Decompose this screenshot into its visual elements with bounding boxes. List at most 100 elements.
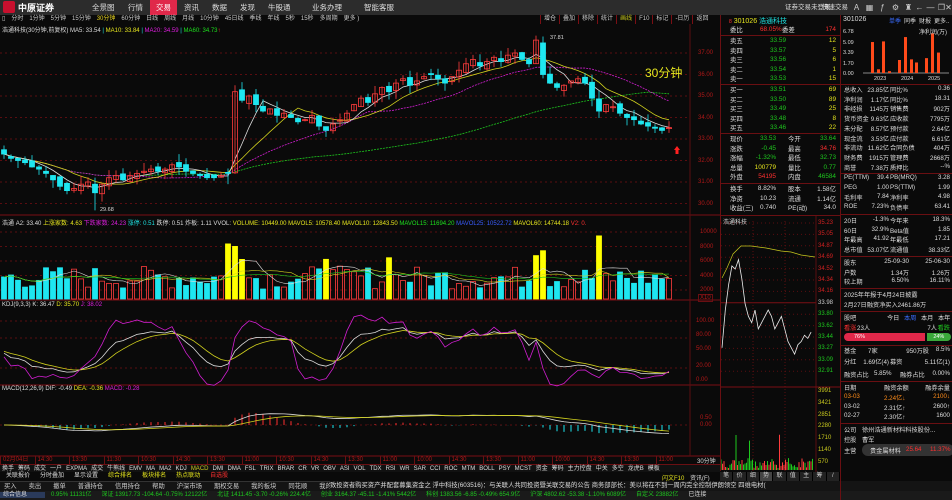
font-size-icon[interactable]: A [851, 2, 862, 13]
period-tab[interactable]: ▯ [2, 15, 5, 24]
period-tab[interactable]: 5秒 [286, 15, 295, 24]
guba-tab[interactable]: 本周 [904, 313, 920, 323]
indicator-tab[interactable]: KDJ [175, 465, 186, 472]
minimize-icon[interactable]: — [925, 2, 936, 13]
indicator-tab[interactable]: 牛熊线 [107, 465, 125, 472]
indicator-tab[interactable]: 多空 [612, 465, 624, 472]
indicator-tab[interactable]: 主力控盘 [568, 465, 592, 472]
fin-tab[interactable]: 财报 [919, 16, 931, 25]
action-button[interactable]: 买入 [4, 482, 17, 491]
action-button[interactable]: 普通持仓 [78, 482, 103, 491]
bottom-link[interactable]: 分时叠加 [40, 472, 64, 481]
guba-tab[interactable]: 今日 [887, 313, 903, 323]
back-icon[interactable]: ← [914, 2, 925, 13]
nav-item[interactable]: 行情 [122, 0, 149, 15]
indicator-tab[interactable]: 龙虎B [628, 465, 644, 472]
bottom-link[interactable]: 综合排名 [108, 472, 132, 481]
indicator-tab[interactable]: 筹码 [552, 465, 564, 472]
indicator-tab[interactable]: RSI [386, 465, 396, 472]
market-index[interactable]: 科创 1383.56 -6.85 -0.49% 654.9亿 [426, 492, 520, 498]
indicator-tab[interactable]: EMV [129, 465, 142, 472]
indicator-tab[interactable]: EXPMA [66, 465, 87, 472]
market-index[interactable]: 自定义 23882亿 [636, 492, 678, 498]
indicator-tab[interactable]: MTM [462, 465, 476, 472]
indicator-tab[interactable]: OBV [323, 465, 336, 472]
indicator-tab[interactable]: WR [400, 465, 410, 472]
nav-item[interactable]: 发现 [234, 0, 261, 15]
indicator-tab[interactable]: CR [298, 465, 307, 472]
indicator-tab[interactable]: 成交 [34, 465, 46, 472]
indicator-tab[interactable]: VOL [354, 465, 366, 472]
action-button[interactable]: 卖出 [29, 482, 42, 491]
period-tab[interactable]: 30分钟 [97, 15, 116, 24]
period-tab[interactable]: 多周期 [320, 15, 338, 24]
intraday-mini-chart[interactable]: 浩通科技 35.23 35.05 34.87 34.69 34.52 34.34 34.16… [720, 215, 841, 472]
close-icon[interactable]: ✕ [945, 2, 952, 13]
nav-item[interactable]: 智能客服 [358, 0, 400, 15]
indicator-tab[interactable]: 筹码 [18, 465, 30, 472]
chart-tool-button[interactable]: 叠加 [559, 15, 578, 24]
indicator-tab[interactable]: 资金 [536, 465, 548, 472]
indicator-tab[interactable]: MA2 [159, 465, 171, 472]
action-button[interactable]: 同花顺 [288, 482, 307, 491]
nav-item[interactable]: 牛股通 [262, 0, 297, 15]
period-tab[interactable]: 1分钟 [29, 15, 44, 24]
indicator-tab[interactable]: ASI [340, 465, 350, 472]
fin-tab[interactable]: 更多.. [934, 16, 949, 25]
chart-tool-button[interactable]: 移除 [578, 15, 597, 24]
mini-tab[interactable]: 值 [786, 472, 800, 481]
action-button[interactable]: 帮助 [152, 482, 165, 491]
indicator-tab[interactable]: TDX [370, 465, 382, 472]
indicator-tab[interactable]: MACD [191, 465, 209, 472]
action-button[interactable]: 信用持仓 [115, 482, 140, 491]
period-tab[interactable]: 分时 [11, 15, 23, 24]
action-button[interactable]: 撤单 [53, 482, 66, 491]
chart-tool-button[interactable]: 返回 [692, 15, 711, 24]
bottom-link[interactable]: 板块排名 [142, 472, 166, 481]
layout-icon[interactable]: ▦ [864, 2, 875, 13]
market-index[interactable]: 沪深 4802.62 -53.38 -1.10% 6089亿 [530, 492, 626, 498]
mini-tab[interactable]: 筹 [813, 472, 827, 481]
indicator-tab[interactable]: CCI [430, 465, 440, 472]
bottom-link[interactable]: 显示设置 [74, 472, 98, 481]
nav-item[interactable]: 数据 [206, 0, 233, 15]
chart-tool-button[interactable]: 统计 [597, 15, 616, 24]
indicator-tab[interactable]: TRIX [260, 465, 274, 472]
mini-tab[interactable]: 势 [759, 472, 774, 481]
indicator-tab[interactable]: MA [146, 465, 155, 472]
indicator-tab[interactable]: 换手 [2, 465, 14, 472]
indicator-tab[interactable]: 一户 [50, 465, 62, 472]
period-tab[interactable]: 年线 [268, 15, 280, 24]
indicator-tab[interactable]: VR [311, 465, 319, 472]
period-tab[interactable]: 月线 [182, 15, 194, 24]
market-index[interactable]: 深证 13917.73 -104.64 -0.75% 12122亿 [102, 492, 208, 498]
bottom-link[interactable]: 热点联动 [176, 472, 200, 481]
period-tab[interactable]: 更多 ) [344, 15, 360, 24]
guba-tab[interactable]: 本年 [938, 313, 952, 323]
nav-item[interactable]: 资讯 [178, 0, 205, 15]
indicator-tab[interactable]: FSL [245, 465, 256, 472]
indicator-tab[interactable]: 中关 [596, 465, 608, 472]
fin-tab[interactable]: 同季 [904, 16, 916, 25]
period-tab[interactable]: 周线 [164, 15, 176, 24]
period-tab[interactable]: 5分钟 [51, 15, 66, 24]
indicator-tab[interactable]: PSY [499, 465, 511, 472]
period-tab[interactable]: 季线 [250, 15, 262, 24]
mini-tab[interactable]: 价 [733, 472, 747, 481]
mini-tab[interactable]: 细 [746, 472, 760, 481]
chart-tool-button[interactable]: F10 [635, 15, 652, 24]
formula-icon[interactable]: ƒ [877, 2, 888, 13]
action-button[interactable]: 沪深市场 [177, 482, 202, 491]
indicator-tab[interactable]: DMA [227, 465, 240, 472]
market-index[interactable]: 0.95% 11131亿 [51, 492, 91, 498]
chart-tool-button[interactable]: 标记 [652, 15, 671, 24]
bottom-link[interactable]: 关联报价 [6, 472, 30, 481]
indicator-tab[interactable]: DMI [212, 465, 223, 472]
indicator-tab[interactable]: BRAR [278, 465, 295, 472]
indicator-tab[interactable]: 成交 [91, 465, 103, 472]
guba-tab[interactable]: 本月 [921, 313, 937, 323]
nav-item[interactable]: 全景图 [86, 0, 121, 15]
indicator-tab[interactable]: BOLL [479, 465, 494, 472]
indicator-tab[interactable]: SAR [414, 465, 426, 472]
chart-tool-button[interactable]: 增仓 [540, 15, 559, 24]
